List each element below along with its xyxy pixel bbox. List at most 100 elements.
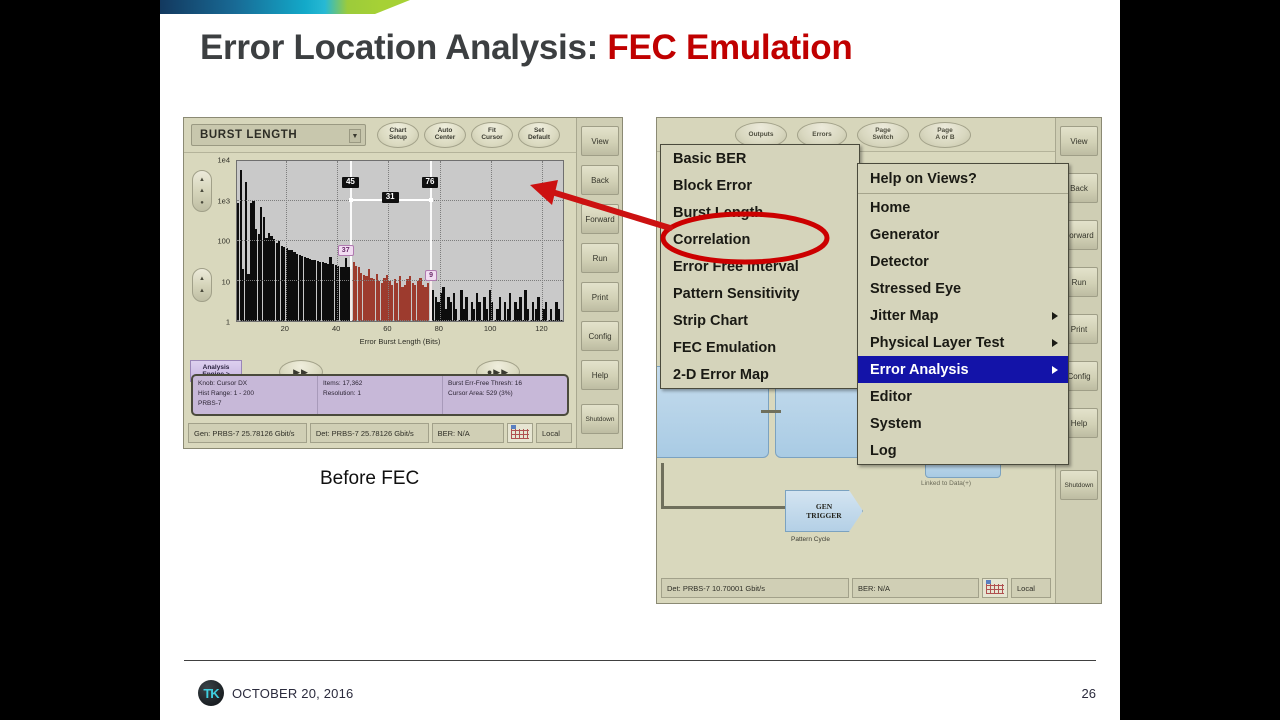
chart-bar — [509, 293, 512, 321]
menu-item-label: System — [870, 415, 922, 432]
cursor-delta-tag: 31 — [381, 192, 399, 203]
right-ber-cell: BER: N/A — [851, 578, 979, 598]
before-fec-caption: Before FEC — [320, 468, 420, 489]
block-connector-2 — [661, 463, 664, 508]
left-panel-button-rail: View Back Forward Run Print Config Help … — [576, 118, 622, 448]
chevron-down-icon[interactable]: ▼ — [349, 129, 361, 143]
views-main-menu[interactable]: Help on Views? Home Generator Detector Stre… — [857, 163, 1069, 465]
chart-bar — [465, 296, 468, 321]
menu-item-detector[interactable]: Detector — [858, 248, 1068, 275]
rail-button-run[interactable]: Run — [581, 243, 619, 273]
gen-rate-cell: Gen: PRBS-7 25.78126 Gbit/s — [188, 423, 307, 443]
status-resolution: Resolution: 1 — [323, 390, 361, 398]
menu-item-stressed-eye[interactable]: Stressed Eye — [858, 275, 1068, 302]
page-a-or-b-button[interactable]: Page A or B — [919, 122, 971, 148]
submenu-item-correlation[interactable]: Correlation — [661, 226, 859, 253]
status-items: Items: 17,362 — [323, 380, 363, 387]
y-axis-tick: 10 — [221, 277, 230, 286]
page-title-accent: FEC Emulation — [607, 28, 853, 67]
status-cursor-area: Cursor Area: 529 (3%) — [448, 390, 513, 398]
rail-button-shutdown[interactable]: Shutdown — [581, 404, 619, 434]
menu-item-log[interactable]: Log — [858, 437, 1068, 464]
pattern-cycle-label: Pattern Cycle — [791, 536, 831, 543]
menu-item-editor[interactable]: Editor — [858, 383, 1068, 410]
fit-cursor-label-2: Cursor — [481, 134, 503, 141]
cursor-tag-left: 45 — [341, 177, 359, 188]
view-selector-dropdown[interactable]: BURST LENGTH ▼ — [191, 124, 366, 146]
rail-button-view[interactable]: View — [581, 126, 619, 156]
x-axis-tick: 40 — [331, 324, 341, 333]
rail-button-back[interactable]: Back — [581, 165, 619, 195]
chart-plot-area[interactable]: 45 76 31 37 9 — [236, 160, 564, 322]
chevron-right-icon — [1052, 365, 1058, 374]
grid-line-vertical — [285, 161, 287, 321]
submenu-item-block-error[interactable]: Block Error — [661, 172, 859, 199]
error-analysis-submenu[interactable]: Basic BER Block Error Burst Length Correlat… — [660, 144, 860, 389]
view-selector-value: BURST LENGTH — [200, 129, 298, 141]
logo-text: TK — [203, 685, 219, 701]
x-axis-tick: 60 — [383, 324, 392, 333]
rail-button-config[interactable]: Config — [581, 321, 619, 351]
grid-line-vertical — [491, 161, 493, 321]
submenu-item-strip-chart[interactable]: Strip Chart — [661, 307, 859, 334]
analysis-engine-label-1: Analysis — [202, 363, 230, 371]
x-axis-tick: 120 — [535, 324, 548, 333]
status-pattern: PRBS-7 — [198, 400, 222, 408]
submenu-item-basic-ber[interactable]: Basic BER — [661, 145, 859, 172]
tektronix-logo-icon: TK — [198, 680, 224, 706]
submenu-item-2-d-error-map[interactable]: 2-D Error Map — [661, 361, 859, 388]
grid-icon[interactable] — [507, 423, 533, 443]
brand-banner-gradient — [160, 0, 410, 14]
status-thresh: Burst Err-Free Thresh: 16 — [448, 380, 522, 387]
burst-length-chart[interactable]: 1 10 100 1e3 1e4 45 76 31 37 9 20 40 60 80 100 120 Er… — [192, 156, 570, 346]
chevron-right-icon — [1052, 311, 1058, 320]
set-default-label-2: Default — [527, 134, 551, 141]
value-marker-9: 9 — [425, 269, 437, 281]
rail-button-help[interactable]: Help — [581, 360, 619, 390]
menu-item-label: Generator — [870, 226, 940, 243]
burst-length-screenshot: BURST LENGTH ▼ Chart Setup Auto Center F… — [183, 117, 623, 449]
grid-line-vertical — [439, 161, 441, 321]
rail-button-print[interactable]: Print — [581, 282, 619, 312]
menu-item-generator[interactable]: Generator — [858, 221, 1068, 248]
rail-button-forward[interactable]: Forward — [581, 204, 619, 234]
cursor-delta-handle[interactable] — [348, 198, 353, 202]
submenu-item-fec-emulation[interactable]: FEC Emulation — [661, 334, 859, 361]
auto-center-button[interactable]: Auto Center — [424, 122, 466, 148]
menu-item-jitter-map[interactable]: Jitter Map — [858, 302, 1068, 329]
submenu-item-pattern-sensitivity[interactable]: Pattern Sensitivity — [661, 280, 859, 307]
chart-bar — [545, 301, 548, 321]
fit-cursor-button[interactable]: Fit Cursor — [471, 122, 513, 148]
page-switch-button[interactable]: Page Switch — [857, 122, 909, 148]
status-col-1: Knob: Cursor DX Hist Range: 1 - 200 PRBS… — [193, 376, 318, 414]
grid-line-vertical — [388, 161, 390, 321]
status-knob: Knob: Cursor DX — [198, 380, 248, 387]
menu-item-physical-layer-test[interactable]: Physical Layer Test — [858, 329, 1068, 356]
page-switch-label-2: Switch — [872, 134, 894, 141]
submenu-item-error-free-interval[interactable]: Error Free Interval — [661, 253, 859, 280]
menu-item-label: Physical Layer Test — [870, 334, 1005, 351]
submenu-item-burst-length[interactable]: Burst Length — [661, 199, 859, 226]
gen-trigger-block[interactable]: GEN TRIGGER — [785, 490, 863, 532]
right-det-cell: Det: PRBS-7 10.70001 Gbit/s — [661, 578, 849, 598]
menu-item-error-analysis[interactable]: Error Analysis — [858, 356, 1068, 383]
menu-item-home[interactable]: Home — [858, 194, 1068, 221]
chart-bar — [478, 301, 481, 321]
menu-item-label: Jitter Map — [870, 307, 939, 324]
x-axis-tick: 100 — [483, 324, 497, 333]
brand-banner — [160, 0, 410, 14]
right-local-cell[interactable]: Local — [1011, 578, 1051, 598]
help-on-views-item[interactable]: Help on Views? — [858, 164, 1068, 194]
local-cell[interactable]: Local — [536, 423, 572, 443]
menu-item-system[interactable]: System — [858, 410, 1068, 437]
set-default-button[interactable]: Set Default — [518, 122, 560, 148]
r-rail-button-view[interactable]: View — [1060, 126, 1098, 156]
chart-setup-button[interactable]: Chart Setup — [377, 122, 419, 148]
grid-icon[interactable] — [982, 578, 1008, 598]
r-rail-button-shutdown[interactable]: Shutdown — [1060, 470, 1098, 500]
chart-x-axis-label: Error Burst Length (Bits) — [359, 337, 441, 346]
grid-line-vertical — [542, 161, 544, 321]
page-ab-label-2: A or B — [935, 134, 955, 141]
footer-date: OCTOBER 20, 2016 — [232, 686, 354, 701]
cursor-delta-handle[interactable] — [428, 198, 433, 202]
